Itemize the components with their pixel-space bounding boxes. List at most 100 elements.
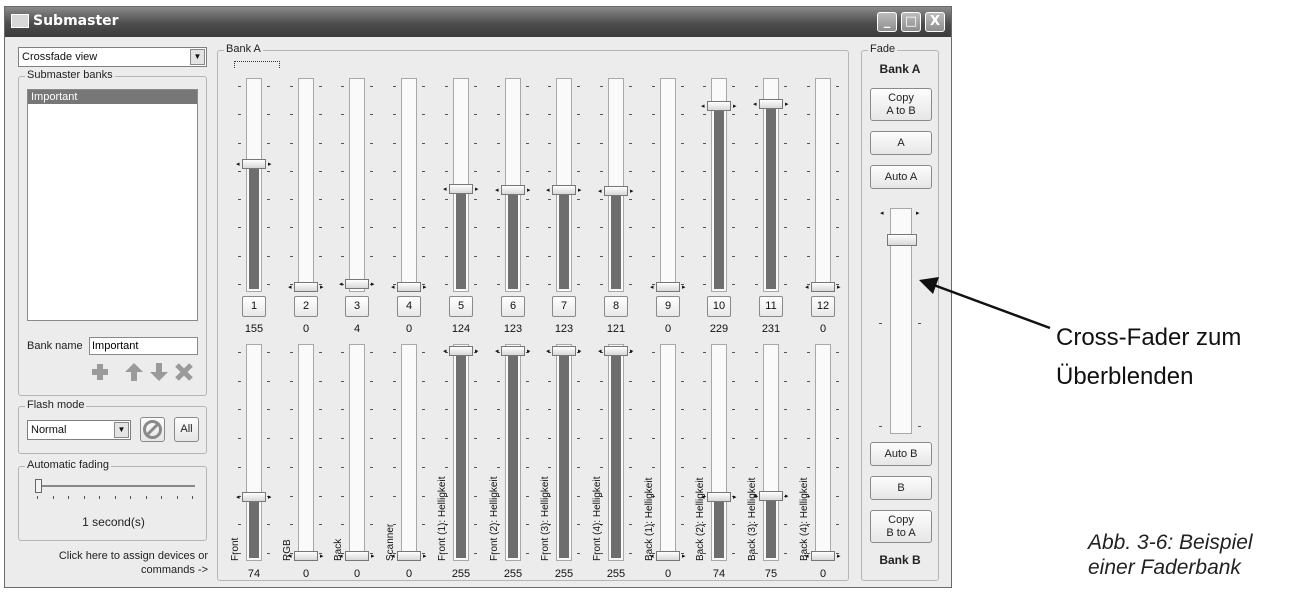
fader-value: 0 — [302, 323, 310, 335]
top-fader-thumb[interactable] — [552, 184, 576, 195]
top-fader-thumb[interactable] — [759, 99, 783, 109]
cross-fader-thumb[interactable] — [887, 234, 917, 247]
close-button[interactable]: X — [925, 12, 945, 32]
bottom-fader-thumb[interactable] — [707, 491, 731, 502]
title-bar[interactable]: Submaster _ □ X — [5, 7, 951, 37]
flash-mode-select[interactable]: Normal ▼ — [27, 420, 131, 440]
top-fader-fill — [508, 190, 518, 289]
fader-number-button[interactable]: 11 — [759, 296, 783, 317]
fader-tick — [526, 524, 529, 526]
bottom-fader-thumb[interactable] — [449, 346, 473, 356]
fader-tick — [755, 142, 758, 144]
bottom-fader-track[interactable] — [349, 344, 365, 561]
fader-number-button[interactable]: 4 — [397, 296, 421, 317]
bottom-fader-thumb[interactable] — [656, 551, 680, 561]
fader-tick — [836, 495, 839, 497]
bottom-fader-thumb[interactable] — [397, 551, 421, 561]
fader-tick — [784, 352, 787, 353]
maximize-button[interactable]: □ — [901, 12, 921, 32]
bank-list-item[interactable]: Important — [28, 90, 197, 104]
arrow-right-icon: ▸ — [320, 283, 324, 291]
fader-tick — [341, 380, 344, 382]
bank-a-group: Bank A ◂ ▸ 1 155 ◂ ▸ 2 0 ◂ ▸ 3 4 ◂ ▸ 4 0 ◂ ▸ 5 124 ◂ ▸ 6 123 ◂ ▸ 7… — [217, 43, 849, 581]
arrow-right-icon: ▸ — [682, 283, 686, 291]
b-button[interactable]: B — [870, 476, 932, 500]
fader-tick — [681, 524, 684, 526]
fader-tick — [474, 524, 477, 526]
fader-number-button[interactable]: 7 — [552, 296, 576, 317]
bottom-fader-track[interactable] — [815, 344, 831, 561]
bottom-fader-thumb[interactable] — [345, 551, 369, 561]
bank-name-field[interactable]: Important — [89, 337, 198, 355]
bottom-fader-thumb[interactable] — [501, 346, 525, 356]
fader-number-button[interactable]: 9 — [656, 296, 680, 317]
fader-tick — [290, 227, 293, 229]
a-button[interactable]: A — [870, 131, 932, 155]
fader-number-button[interactable]: 2 — [294, 296, 318, 317]
fader-number-button[interactable]: 12 — [811, 296, 835, 317]
delete-icon[interactable] — [173, 361, 195, 383]
top-fader-thumb[interactable] — [604, 186, 628, 197]
top-fader-track[interactable] — [401, 78, 417, 292]
arrow-down-icon[interactable] — [148, 361, 170, 383]
auto-fade-slider[interactable] — [35, 485, 195, 487]
top-fader-thumb[interactable] — [294, 282, 318, 292]
cross-fader-tick — [879, 426, 882, 427]
fader-tick — [393, 142, 396, 144]
top-fader-track[interactable] — [660, 78, 676, 292]
bottom-fader-thumb[interactable] — [294, 551, 318, 561]
bottom-fader-thumb[interactable] — [604, 346, 628, 356]
top-fader-track[interactable] — [298, 78, 314, 292]
fader-tick — [238, 199, 241, 201]
bottom-fader-track[interactable] — [401, 344, 417, 561]
copy-b-to-a-button[interactable]: Copy B to A — [870, 510, 932, 543]
fader-tick — [681, 86, 684, 87]
top-fader-thumb[interactable] — [707, 100, 731, 111]
top-fader-thumb[interactable] — [811, 282, 835, 292]
top-fader-thumb[interactable] — [449, 183, 473, 194]
top-fader-track[interactable] — [349, 78, 365, 292]
flash-off-button[interactable] — [140, 417, 165, 442]
minimize-button[interactable]: _ — [877, 12, 897, 32]
arrow-left-icon: ◂ — [443, 347, 447, 355]
copy-a-to-b-button[interactable]: Copy A to B — [870, 88, 932, 121]
top-fader-track[interactable] — [815, 78, 831, 292]
fader-tick — [577, 142, 580, 144]
fader-tick — [238, 255, 241, 257]
top-fader-thumb[interactable] — [242, 159, 266, 170]
top-fader-thumb[interactable] — [656, 282, 680, 292]
fader-tick — [445, 114, 448, 116]
bottom-fader-track[interactable] — [660, 344, 676, 561]
bottom-fader-thumb[interactable] — [242, 491, 266, 502]
fader-number-button[interactable]: 8 — [604, 296, 628, 317]
bottom-fader-thumb[interactable] — [552, 346, 576, 356]
auto-a-button[interactable]: Auto A — [870, 165, 932, 189]
fader-tick — [600, 142, 603, 144]
add-icon[interactable] — [89, 361, 111, 383]
fader-number-button[interactable]: 1 — [242, 296, 266, 317]
fader-tick — [807, 199, 810, 201]
slider-tick — [83, 496, 85, 499]
top-fader-thumb[interactable] — [501, 184, 525, 195]
top-fader-thumb[interactable] — [345, 278, 369, 289]
fader-number-button[interactable]: 6 — [501, 296, 525, 317]
banks-list[interactable]: Important — [27, 89, 198, 321]
auto-fade-slider-thumb[interactable] — [35, 479, 42, 493]
fader-value: 0 — [353, 568, 361, 580]
fader-number-button[interactable]: 3 — [345, 296, 369, 317]
flash-all-button[interactable]: All — [174, 417, 199, 442]
fader-number-button[interactable]: 5 — [449, 296, 473, 317]
bottom-fader-thumb[interactable] — [759, 490, 783, 501]
top-fader-thumb[interactable] — [397, 282, 421, 292]
fader-tick — [732, 352, 735, 353]
auto-b-button[interactable]: Auto B — [870, 442, 932, 466]
arrow-up-icon[interactable] — [123, 361, 145, 383]
automatic-fading-legend: Automatic fading — [25, 459, 111, 471]
fader-number-button[interactable]: 10 — [707, 296, 731, 317]
bottom-fader-track[interactable] — [298, 344, 314, 561]
arrow-right-icon: ▸ — [475, 184, 479, 193]
bottom-fader-thumb[interactable] — [811, 551, 835, 561]
assign-devices-link[interactable]: Click here to assign devices or commands… — [15, 549, 208, 577]
view-select[interactable]: Crossfade view ▼ — [18, 47, 207, 67]
fader-tick — [807, 380, 810, 382]
